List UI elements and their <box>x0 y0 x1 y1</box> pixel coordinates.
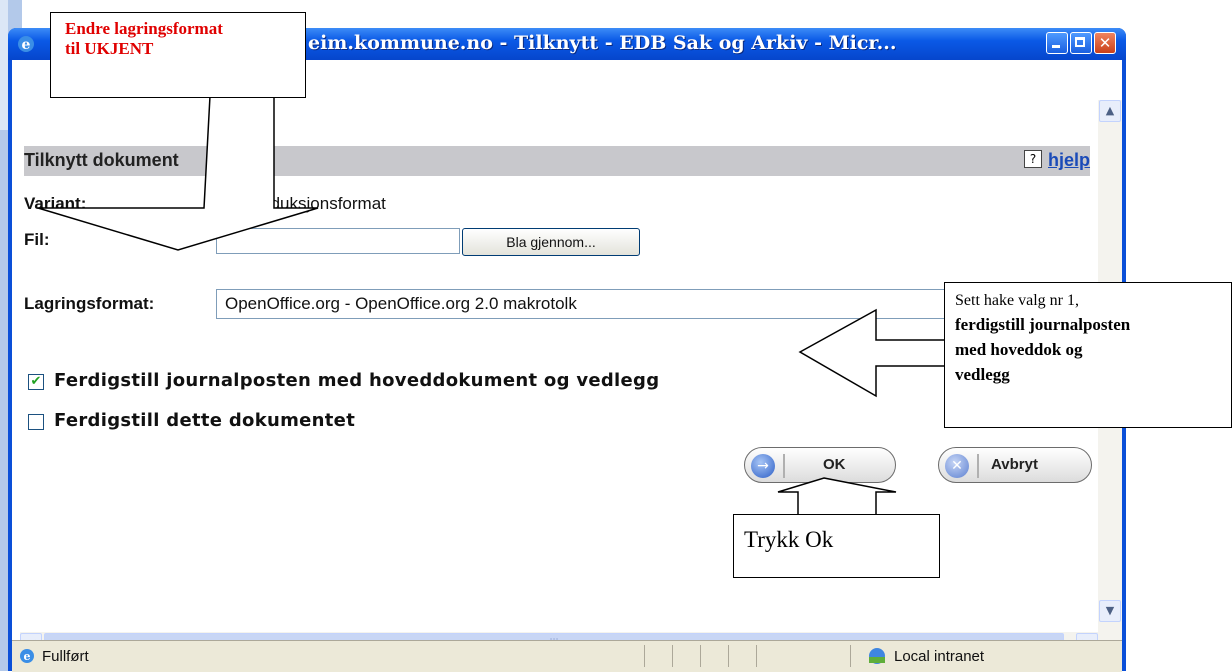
callout-check-line4: vedlegg <box>955 365 1010 384</box>
callout-change-format-line1: Endre lagringsformat <box>65 19 223 38</box>
arrow-down-annotation <box>37 95 319 251</box>
callout-change-format-line2: til UKJENT <box>65 39 154 58</box>
arrow-up-annotation <box>777 477 897 517</box>
callout-check-line3: med hoveddok og <box>955 340 1083 359</box>
callout-press-ok: Trykk Ok <box>733 514 940 578</box>
callout-check-line2: ferdigstill journalposten <box>955 315 1131 334</box>
arrow-left-annotation <box>798 308 951 398</box>
callout-check-line1: Sett hake valg nr 1, <box>955 292 1079 309</box>
callout-change-format: Endre lagringsformat til UKJENT <box>50 12 306 98</box>
callout-check-option: Sett hake valg nr 1, ferdigstill journal… <box>944 282 1232 428</box>
